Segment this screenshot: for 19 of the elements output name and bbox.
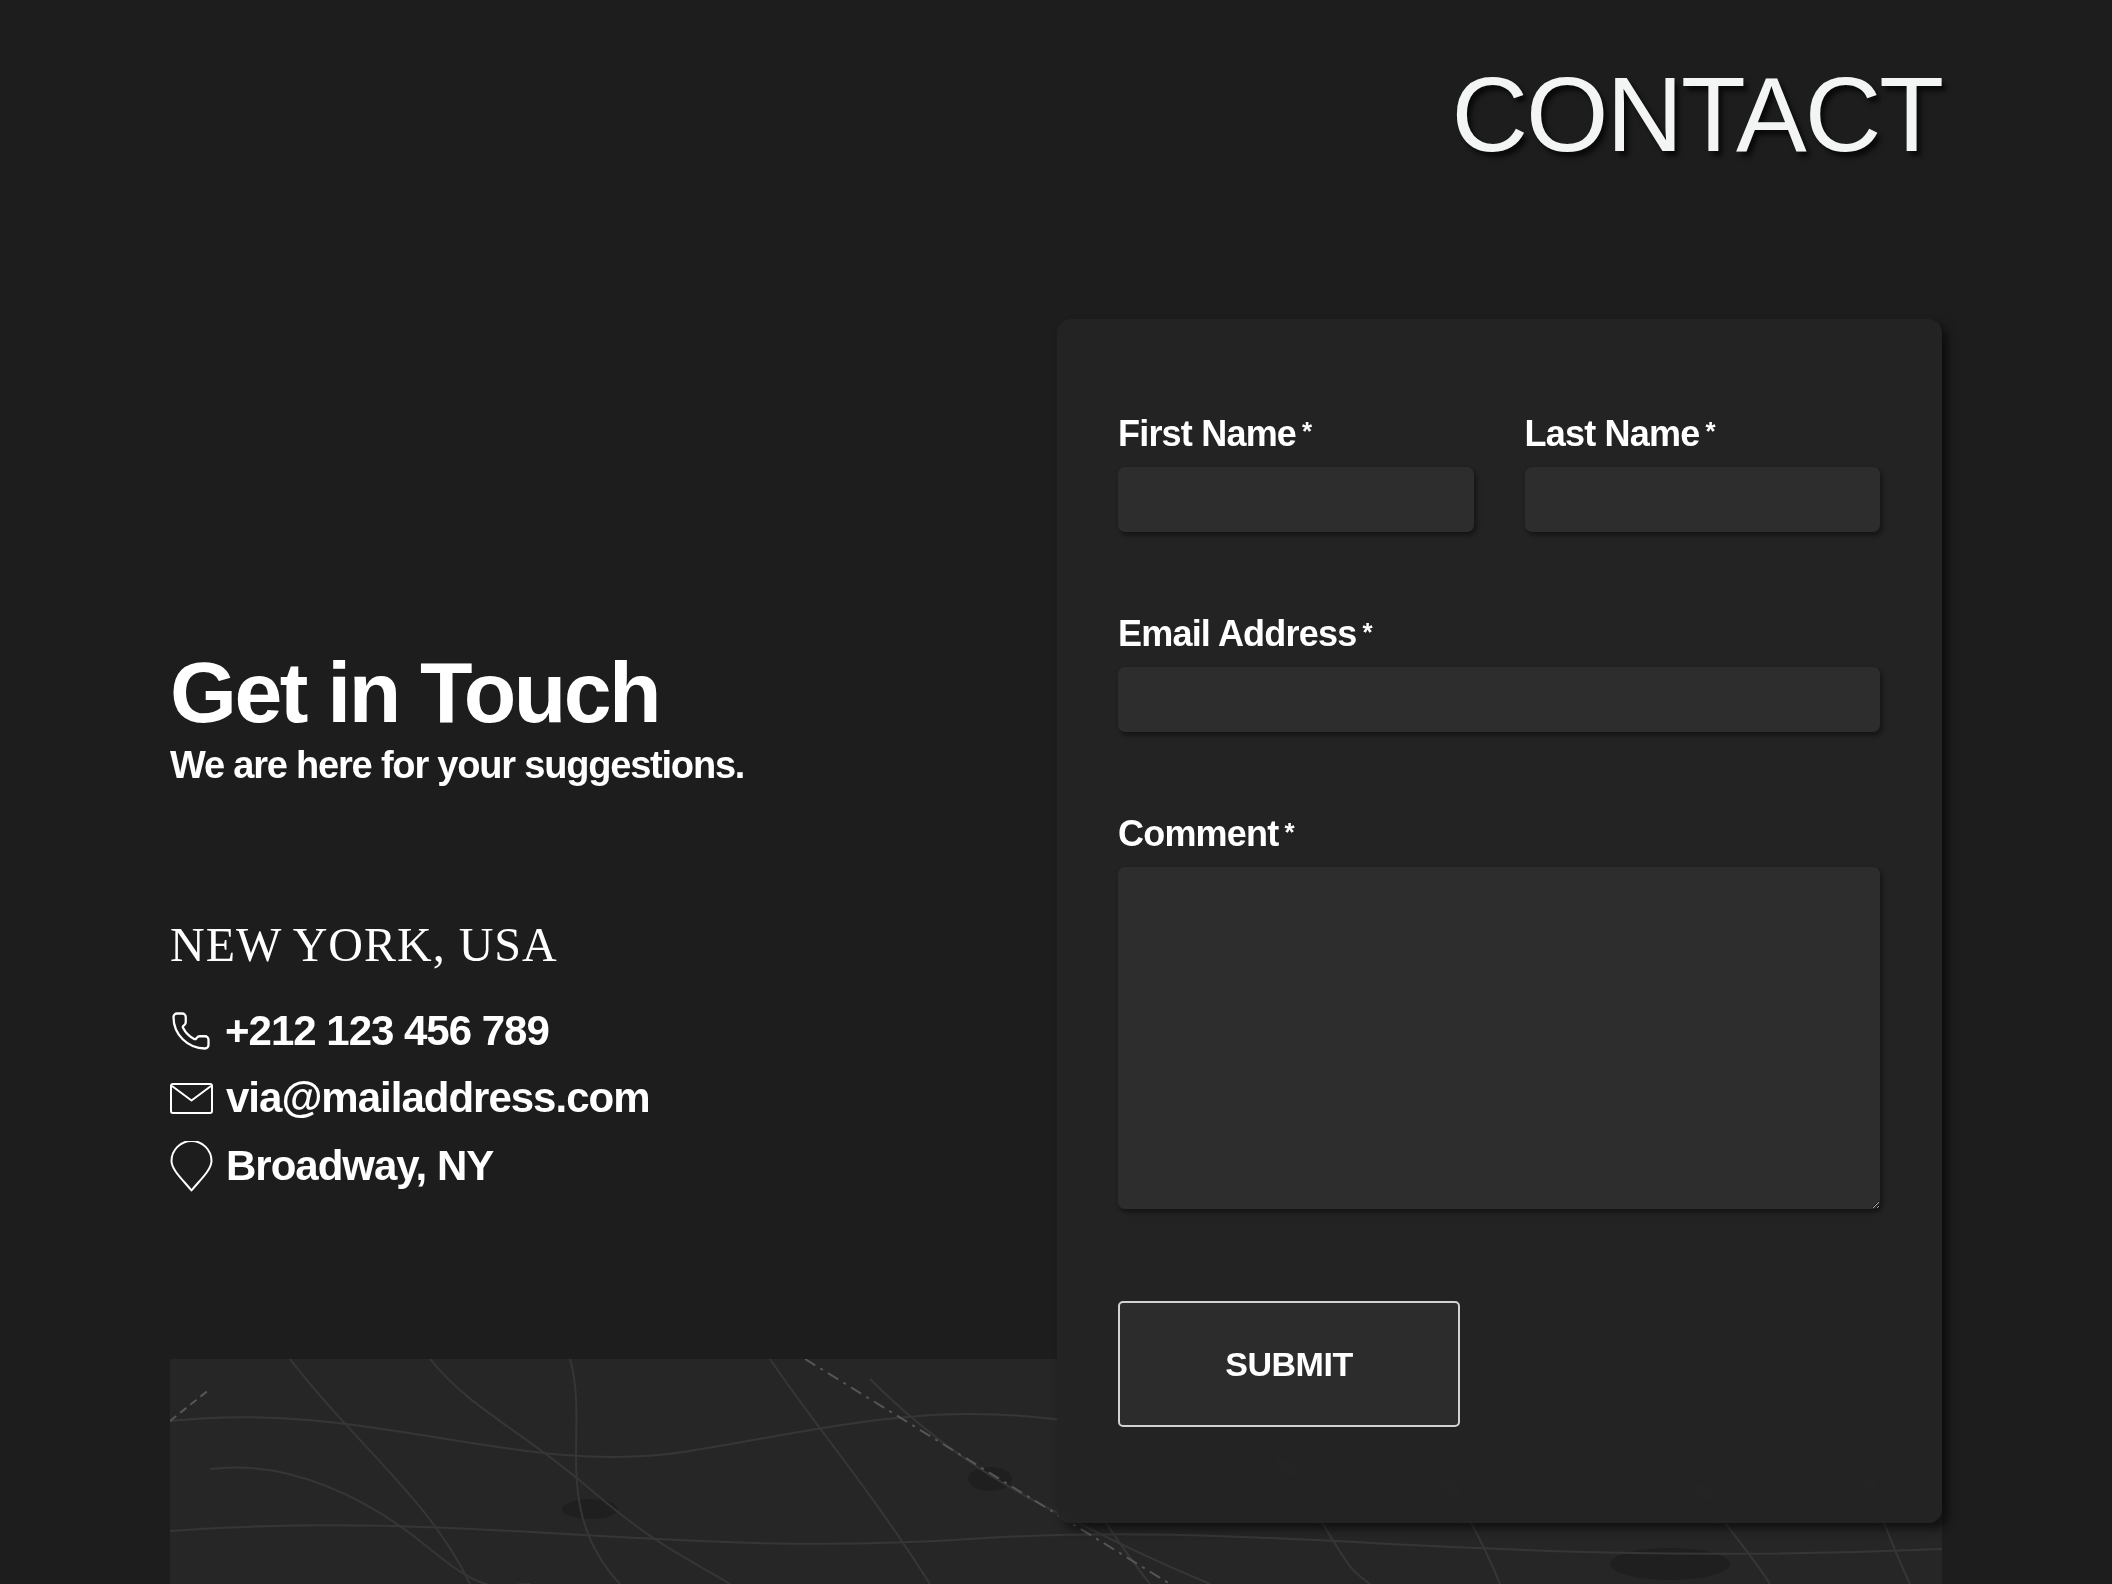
location-title: NEW YORK, USA (170, 917, 558, 974)
contact-text: via@mailaddress.com (226, 1073, 650, 1124)
map-pin-icon (170, 1140, 213, 1192)
field-label: Last Name $^{*}$ (1524, 411, 1717, 455)
section-heading: Get in Touch (170, 648, 660, 735)
field-label: First Name $^{*}$ (1118, 411, 1313, 455)
input-field[interactable] (1118, 666, 1880, 732)
contact-text: Broadway, NY (226, 1140, 494, 1191)
envelope-icon (170, 1082, 213, 1114)
field-label: Comment $^{*}$ (1118, 811, 1296, 856)
text-area[interactable] (1118, 867, 1880, 1210)
input-field[interactable] (1524, 466, 1880, 532)
field-label: Email Address $^{*}$ (1118, 611, 1374, 655)
input-field[interactable] (1118, 466, 1474, 532)
submit-button[interactable]: SUBMIT (1118, 1301, 1460, 1428)
contact-text: +212 123 456 789 (225, 1005, 549, 1056)
section-subheading: We are here for your suggestions. (170, 742, 745, 788)
page-title: CONTACT (1451, 56, 1942, 173)
phone-icon (170, 1009, 212, 1052)
